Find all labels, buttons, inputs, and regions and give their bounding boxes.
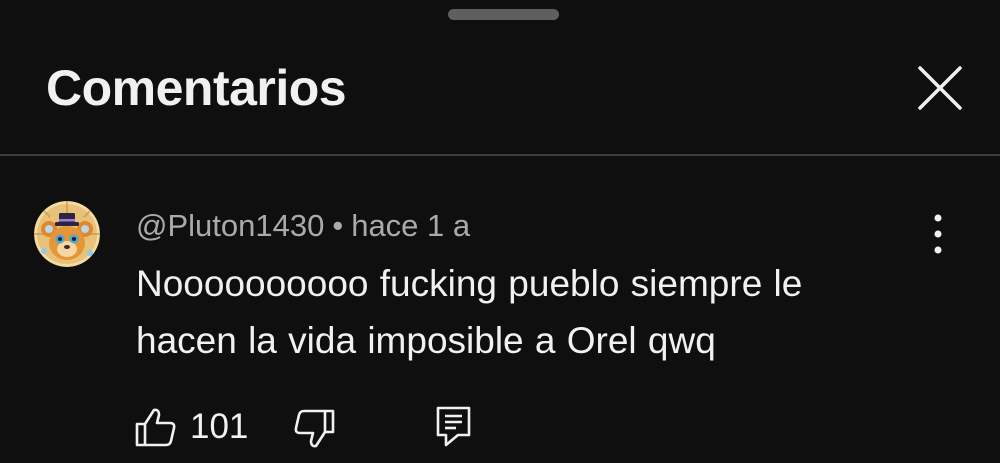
comment-timestamp: hace 1 a [351, 208, 471, 243]
meta-separator: • [332, 208, 344, 243]
comments-header: Comentarios [0, 0, 1000, 154]
like-button[interactable] [134, 406, 178, 448]
thumbs-down-icon [294, 409, 335, 448]
panel-title: Comentarios [46, 60, 347, 116]
thumbs-up-icon [135, 408, 176, 447]
comment-text: Noooooooooo fucking pueblo siempre le ha… [136, 263, 803, 361]
avatar[interactable] [34, 201, 100, 267]
like-count: 101 [190, 407, 249, 446]
reply-button[interactable] [434, 404, 474, 448]
comment-item: @Pluton1430 • hace 1 a Noooooooooo fucking… [0, 156, 1000, 463]
comment-author[interactable]: @Pluton1430 [136, 208, 324, 243]
more-options-button[interactable] [918, 212, 958, 256]
reply-comment-icon [436, 406, 471, 447]
cartoon-bear-avatar-icon [34, 201, 100, 267]
more-vertical-icon [934, 214, 942, 254]
close-button[interactable] [912, 60, 968, 116]
comment-meta: @Pluton1430 • hace 1 a [136, 206, 470, 246]
dislike-button[interactable] [292, 408, 336, 450]
close-icon [918, 66, 962, 110]
comment-actions: 101 [0, 402, 1000, 452]
